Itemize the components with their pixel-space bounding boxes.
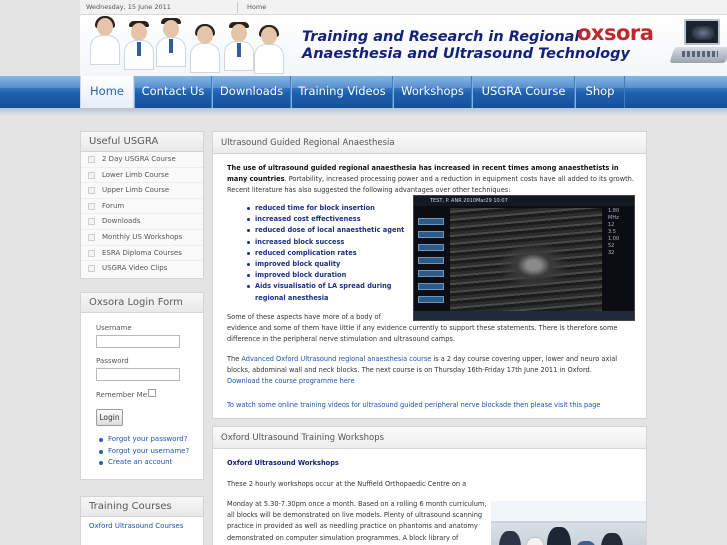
nav-usgra-course[interactable]: USGRA Course [472,76,575,108]
bullet-icon [88,233,95,241]
ultrasound-readouts: 1.80 MHz 12 3.5 1.00 52 32 [608,208,620,256]
main-nav: Home Contact Us Downloads Training Video… [0,76,727,108]
useful-usgra-title: Useful USGRA [81,132,203,152]
login-title: Oxsora Login Form [81,293,203,313]
article-title: Ultrasound Guided Regional Anaesthesia [213,132,646,154]
current-date: Wednesday, 15 June 2011 [86,3,171,11]
workshops-link[interactable]: Oxford Ultrasound Workshops [227,458,339,469]
article-intro: The use of ultrasound guided regional an… [227,163,637,197]
remember-me-checkbox[interactable] [148,389,156,397]
site-banner: Training and Research in Regional Anaest… [80,15,727,76]
ultrasound-machine-icon [669,19,727,69]
ultrasound-image: TEST, P. ANR 2010Mar29 10:07 1.80 MHz 12… [413,195,635,321]
top-home-link[interactable]: Home [247,3,266,11]
menu-item-esra-diploma[interactable]: ESRA Diploma Courses [81,245,203,262]
bullet-icon [88,187,95,195]
bullet-icon [88,265,95,273]
menu-item-label: Upper Limb Course [102,186,170,195]
benefits-list: reduced time for block insertion increas… [247,203,417,304]
article-workshops: Oxford Ultrasound Training Workshops Oxf… [212,426,647,545]
menu-item-label: Forum [102,201,125,210]
staff-photo [90,16,120,76]
workshop-photo [491,501,646,545]
brand-logo: oxsora [577,21,654,45]
nav-contact-us[interactable]: Contact Us [134,76,212,108]
training-courses-title: Training Courses [81,497,203,517]
training-courses-module: Training Courses Oxford Ultrasound Cours… [80,496,204,545]
download-programme-link[interactable]: Download the course programme here [227,377,355,385]
staff-photo [124,21,154,76]
staff-photo [190,24,220,76]
benefit-item: Aids visualisatio of LA spread during re… [247,281,417,303]
menu-item-label: USGRA Video Clips [102,264,168,273]
top-strip: Wednesday, 15 June 2011 Home [80,0,727,15]
menu-item-label: Downloads [102,217,141,226]
menu-item-label: Lower Limb Course [102,170,169,179]
bullet-icon [88,171,95,179]
oxford-courses-link[interactable]: Oxford Ultrasound Courses [89,522,183,530]
videos-para: To watch some online training videos for… [227,400,637,411]
benefit-item: reduced dose of local anaesthetic agent [247,225,417,236]
site-title-line2: Anaesthesia and Ultrasound Technology [302,46,630,62]
para2-start: Some of these aspects have more of a bod… [227,313,381,321]
login-links: Forgot your password? Forgot your userna… [99,435,189,470]
menu-item-lower-limb[interactable]: Lower Limb Course [81,167,203,184]
benefit-item: increased block success [247,237,417,248]
useful-usgra-module: Useful USGRA 2 Day USGRA Course Lower Li… [80,131,204,279]
workshops-para1: These 2 hourly workshops occur at the Nu… [227,480,467,488]
staff-photo [156,18,186,76]
remember-me-label: Remember Me [96,391,147,399]
forgot-password-link[interactable]: Forgot your password? [108,435,187,443]
password-input[interactable] [96,368,180,381]
menu-item-upper-limb[interactable]: Upper Limb Course [81,183,203,199]
menu-item-video-clips[interactable]: USGRA Video Clips [81,261,203,277]
ultrasound-header: TEST, P. ANR 2010Mar29 10:07 [414,196,634,206]
staff-photo [224,22,254,76]
bullet-icon [88,202,95,210]
para2-rest: evidence and some of them have little if… [227,324,618,344]
menu-item-label: 2 Day USGRA Course [102,155,176,163]
nav-downloads[interactable]: Downloads [212,76,291,108]
training-videos-link[interactable]: To watch some online training videos for… [227,401,600,409]
menu-item-forum[interactable]: Forum [81,198,203,215]
bullet-icon [88,218,95,226]
benefit-item: improved block quality [247,259,417,270]
workshops-para2: Monday at 5.30-7.30pm once a month. Base… [227,500,487,542]
benefit-item: improved block duration [247,270,417,281]
menu-item-label: Monthly US Workshops [102,232,183,241]
menu-item-2-day-course[interactable]: 2 Day USGRA Course [81,152,203,168]
para3: The Advanced Oxford Ultrasound regional … [227,355,618,386]
intro-text: . Portability, increased processing powe… [227,175,634,195]
menu-item-downloads[interactable]: Downloads [81,214,203,230]
benefit-item: increased cost effectiveness [247,214,417,225]
login-module: Oxsora Login Form Username Password Reme… [80,292,204,480]
nav-workshops[interactable]: Workshops [393,76,472,108]
nav-training-videos[interactable]: Training Videos [291,76,393,108]
username-label: Username [96,324,132,332]
menu-item-monthly-workshops[interactable]: Monthly US Workshops [81,229,203,246]
username-input[interactable] [96,335,180,348]
forgot-username-link[interactable]: Forgot your username? [108,447,189,455]
login-button[interactable]: Login [96,409,123,426]
create-account-link[interactable]: Create an account [108,458,172,466]
advanced-course-link[interactable]: Advanced Oxford Ultrasound regional anae… [241,355,431,363]
bullet-icon [88,249,95,257]
nav-home[interactable]: Home [80,76,134,108]
nav-shadow [0,108,727,116]
benefit-item: reduced complication rates [247,248,417,259]
menu-item-label: ESRA Diploma Courses [102,248,182,257]
ultrasound-scan [450,208,602,312]
divider [237,2,238,13]
benefit-item: reduced time for block insertion [247,203,417,214]
article-title: Oxford Ultrasound Training Workshops [213,427,646,449]
bullet-icon [88,156,95,163]
article-usgra: Ultrasound Guided Regional Anaesthesia T… [212,131,647,419]
nav-shop[interactable]: Shop [575,76,625,108]
staff-photo [254,25,284,76]
password-label: Password [96,357,129,365]
